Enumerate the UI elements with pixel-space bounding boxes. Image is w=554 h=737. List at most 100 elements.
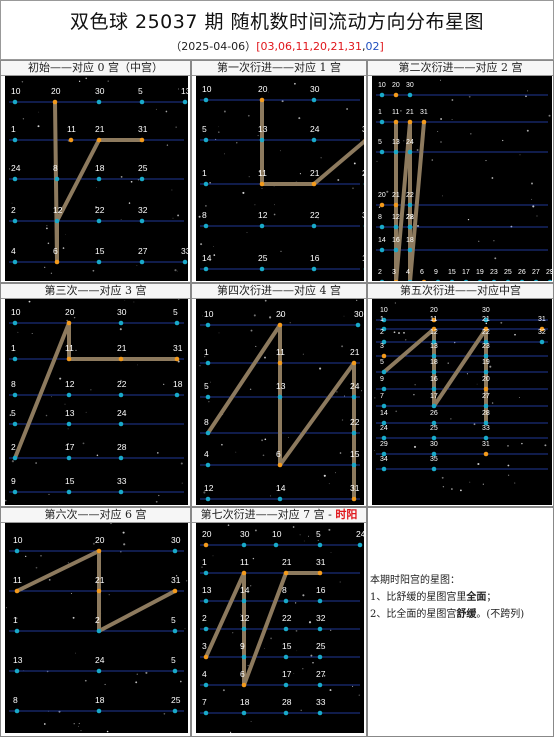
star bbox=[106, 730, 109, 733]
star bbox=[431, 159, 434, 161]
star bbox=[507, 474, 510, 476]
star bbox=[339, 581, 341, 583]
star-label: 24 bbox=[95, 655, 105, 665]
star-label: 5 bbox=[171, 655, 176, 665]
star bbox=[493, 240, 495, 242]
star bbox=[527, 90, 529, 92]
star-label: 15 bbox=[350, 449, 360, 459]
star bbox=[85, 77, 87, 80]
star-dot bbox=[421, 119, 427, 125]
star-dot bbox=[174, 356, 180, 362]
star-dot bbox=[435, 279, 441, 281]
star-dot bbox=[379, 92, 385, 98]
star-dot bbox=[66, 421, 72, 427]
notes: 本期时阳宫的星图： 1、比舒缓的星图宫里全面； 2、比全面的星图宫舒缓。(不跨列… bbox=[370, 572, 550, 623]
star bbox=[172, 217, 174, 219]
star-label: 6 bbox=[53, 246, 58, 256]
star-dot bbox=[393, 202, 399, 208]
star bbox=[136, 265, 138, 266]
star bbox=[47, 242, 50, 245]
star-dot bbox=[203, 682, 209, 688]
star-dot bbox=[241, 710, 247, 716]
star bbox=[473, 423, 476, 426]
star bbox=[6, 607, 7, 609]
star-dot bbox=[393, 92, 399, 98]
star-label: 33 bbox=[316, 697, 326, 707]
star-dot bbox=[205, 360, 211, 366]
star bbox=[400, 110, 402, 112]
notes-line-1: 本期时阳宫的星图： bbox=[370, 575, 460, 586]
star bbox=[294, 82, 296, 85]
star-label: 1 bbox=[204, 347, 209, 357]
star bbox=[531, 198, 533, 200]
star-dot bbox=[431, 466, 437, 472]
star bbox=[96, 454, 99, 457]
star-label: 5 bbox=[11, 408, 16, 418]
star-dot bbox=[14, 628, 20, 634]
star bbox=[536, 215, 538, 217]
flow-path bbox=[13, 321, 179, 460]
star-dot bbox=[54, 259, 60, 265]
star bbox=[337, 179, 340, 181]
star bbox=[82, 442, 85, 445]
star-dot bbox=[54, 218, 60, 224]
star-label: 27 bbox=[532, 269, 540, 276]
star-label: 10 bbox=[11, 86, 21, 96]
star-label: 18 bbox=[240, 697, 250, 707]
star-label: 18 bbox=[95, 163, 105, 173]
star bbox=[254, 529, 257, 532]
star-label: 5 bbox=[378, 139, 382, 146]
star-label: 12 bbox=[258, 210, 268, 220]
star-label: 11 bbox=[276, 347, 285, 357]
star-label: 21 bbox=[350, 347, 360, 357]
star-dot bbox=[277, 394, 283, 400]
star-label: 2 bbox=[202, 613, 207, 623]
star-label: 30 bbox=[482, 307, 490, 314]
star-label: 18 bbox=[406, 237, 414, 244]
star-label: 2 bbox=[95, 615, 100, 625]
star bbox=[133, 301, 135, 303]
star-label: 12 bbox=[204, 483, 214, 493]
star bbox=[289, 322, 291, 324]
panel-5: 第五次衍进——对应中宫 10 20 30 1 11 21 31 2 12 22 32 3 13 23 5 18… bbox=[367, 283, 554, 507]
star-label: 17 bbox=[65, 442, 75, 452]
star bbox=[307, 535, 310, 537]
star bbox=[31, 332, 33, 335]
star-dot bbox=[311, 137, 317, 143]
star-dot bbox=[277, 322, 283, 328]
star-dot bbox=[407, 202, 413, 208]
star-label: 2 bbox=[362, 168, 364, 178]
panel-0: 初始——对应 0 宫（中宫） 1020305131112131248182521… bbox=[0, 60, 191, 283]
star bbox=[218, 332, 220, 334]
star-label: 20 bbox=[482, 376, 490, 383]
star-dot bbox=[351, 462, 357, 468]
star-dot bbox=[381, 369, 387, 375]
star bbox=[302, 353, 304, 355]
star bbox=[95, 187, 97, 188]
panel-0-starfield: 10203051311121312481825212223246152733 bbox=[5, 76, 188, 281]
star-dot bbox=[407, 92, 413, 98]
star bbox=[264, 648, 266, 650]
star-dot bbox=[96, 99, 102, 105]
star-label: 32 bbox=[538, 329, 546, 336]
star bbox=[119, 328, 122, 331]
star-dot bbox=[96, 259, 102, 265]
star-label: 30 bbox=[240, 529, 250, 539]
star-label: 15 bbox=[282, 641, 292, 651]
star-label: 10 bbox=[11, 307, 21, 317]
star-dot bbox=[393, 149, 399, 155]
star bbox=[46, 225, 48, 227]
star-dot bbox=[477, 279, 483, 281]
star-label: 11 bbox=[65, 343, 74, 353]
star bbox=[25, 555, 27, 558]
star bbox=[84, 679, 87, 682]
star bbox=[108, 594, 110, 596]
star-dot bbox=[203, 542, 209, 548]
star bbox=[507, 464, 510, 467]
star bbox=[281, 100, 284, 103]
star-dot bbox=[139, 99, 145, 105]
star bbox=[223, 110, 226, 113]
star bbox=[352, 685, 354, 687]
panel-6: 第六次——对应 6 宫 10 20 30 11 21 31 1 2 5 13 24 5 8 18 25 bbox=[0, 507, 191, 737]
star bbox=[209, 182, 211, 184]
